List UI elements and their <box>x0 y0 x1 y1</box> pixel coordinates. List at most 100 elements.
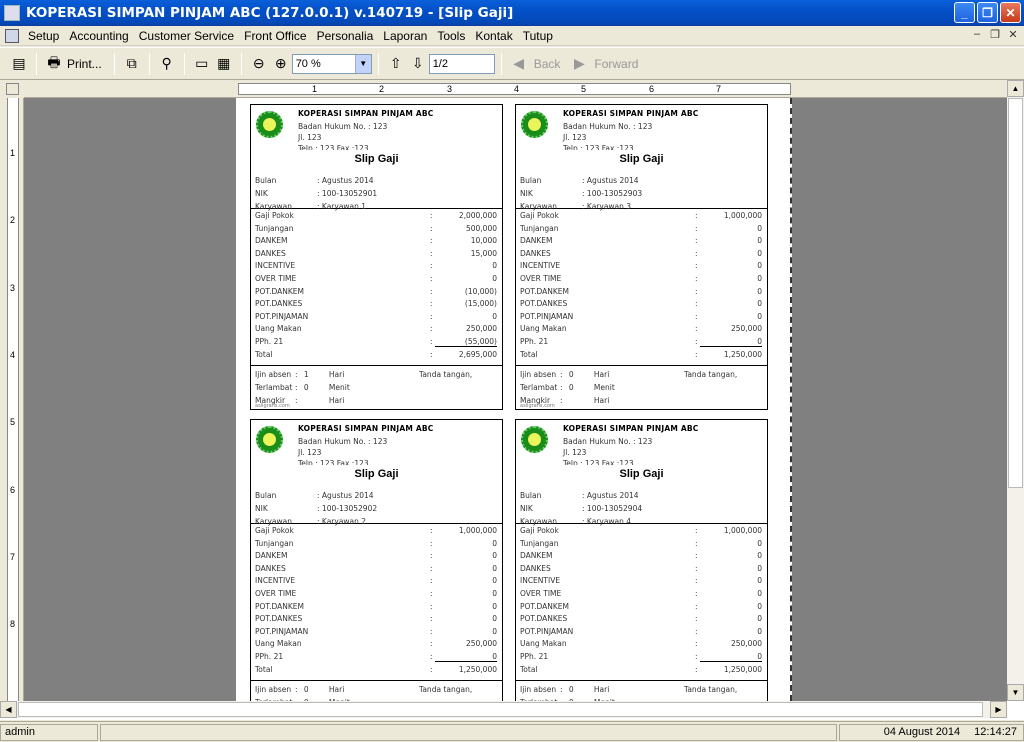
scroll-up-icon[interactable]: ▲ <box>1007 80 1024 97</box>
ruler-tick-label: 1 <box>10 148 16 158</box>
ruler-tick-label: 6 <box>10 485 16 495</box>
pay-row-potdankes: POT.DANKES: (15,000) <box>255 299 497 309</box>
company-line: Telp : 123 Fax :123 <box>298 459 369 465</box>
pay-row-dankem: DANKEM:0 <box>255 551 497 561</box>
pay-row-dankes: DANKES:0 <box>520 248 762 258</box>
mdi-minimize-button[interactable]: – <box>970 28 984 41</box>
scroll-down-icon[interactable]: ▼ <box>1007 684 1024 701</box>
status-user: admin <box>0 723 98 741</box>
next-page-icon[interactable]: ⇩ <box>407 53 429 75</box>
pay-row-total: Total:1,250,000 <box>255 664 497 674</box>
horizontal-scrollbar[interactable]: ◀ ▶ <box>0 701 1007 718</box>
menu-laporan[interactable]: Laporan <box>378 29 432 43</box>
find-icon[interactable]: ⚲ <box>156 53 178 75</box>
chevron-down-icon: ▼ <box>354 54 371 73</box>
signature-label: Tanda tangan, <box>684 370 738 379</box>
forward-button[interactable]: Forward <box>594 57 638 71</box>
ruler-tick-label: 2 <box>10 215 16 225</box>
copy-icon[interactable]: ⧉ <box>121 53 143 75</box>
ijin-absen-row: Ijin absen: 0 Hari <box>255 685 345 694</box>
prev-page-icon[interactable]: ⇧ <box>385 53 407 75</box>
ruler-corner <box>0 80 24 98</box>
back-button[interactable]: Back <box>534 57 561 71</box>
info-nik: NIK: 100-13052902 <box>255 504 378 513</box>
page-input[interactable]: 1/2 <box>428 53 495 74</box>
info-bulan: Bulan: Agustus 2014 <box>255 491 374 500</box>
mdi-close-button[interactable]: ✕ <box>1006 28 1020 41</box>
mdi-restore-button[interactable]: ❐ <box>988 28 1002 41</box>
multi-page-icon[interactable]: ▦ <box>213 53 235 75</box>
zoom-in-icon[interactable]: ⊕ <box>270 53 292 75</box>
pay-row-dankem: DANKEM:0 <box>520 236 762 246</box>
terlambat-row: Terlambat: 0Menit <box>255 383 350 392</box>
menu-front-office[interactable]: Front Office <box>239 29 311 43</box>
ruler-tick-label: 4 <box>10 350 16 360</box>
company-name: KOPERASI SIMPAN PINJAM ABC <box>563 424 699 433</box>
minimize-button[interactable]: _ <box>954 2 975 23</box>
scroll-left-icon[interactable]: ◀ <box>0 701 17 718</box>
scroll-thumb[interactable] <box>18 702 983 717</box>
title-bar: KOPERASI SIMPAN PINJAM ABC (127.0.0.1) v… <box>0 0 1024 26</box>
pay-row-makan: Uang Makan:250,000 <box>255 639 497 649</box>
pay-row-dankes: DANKES:0 <box>255 563 497 573</box>
company-logo <box>521 426 548 453</box>
window-title: KOPERASI SIMPAN PINJAM ABC (127.0.0.1) v… <box>26 5 514 21</box>
zoom-out-icon[interactable]: ⊖ <box>248 53 270 75</box>
status-bar: admin 04 August 2014 12:14:27 <box>0 721 1024 742</box>
pay-row-potdankes: POT.DANKES:0 <box>255 614 497 624</box>
pay-row-overtime: OVER TIME:0 <box>520 274 762 283</box>
ruler-tick-label: 6 <box>649 84 655 94</box>
pay-row-gaji: Gaji Pokok:2,000,000 <box>255 211 497 220</box>
printer-icon[interactable]: 🖶 <box>43 53 65 75</box>
ruler-tick-label: 7 <box>10 552 16 562</box>
menu-tutup[interactable]: Tutup <box>518 29 558 43</box>
company-line: Badan Hukum No. : 123 <box>563 437 653 446</box>
company-logo <box>256 426 283 453</box>
outline-icon[interactable]: ▤ <box>8 53 30 75</box>
ruler-tick-label: 5 <box>581 84 587 94</box>
back-arrow-icon[interactable]: ◀ <box>508 53 530 75</box>
company-line: Telp : 123 Fax :123 <box>298 144 369 150</box>
pay-row-tunj: Tunjangan:0 <box>520 223 762 233</box>
single-page-icon[interactable]: ▭ <box>191 53 213 75</box>
menu-setup[interactable]: Setup <box>23 29 64 43</box>
menu-personalia[interactable]: Personalia <box>312 29 379 43</box>
app-icon[interactable] <box>4 5 20 21</box>
pay-row-makan: Uang Makan:250,000 <box>520 324 762 334</box>
info-bulan: Bulan: Agustus 2014 <box>520 491 639 500</box>
pay-row-overtime: OVER TIME:0 <box>520 589 762 598</box>
ijin-absen-row: Ijin absen: 0 Hari <box>520 685 610 694</box>
info-nik: NIK: 100-13052904 <box>520 504 643 513</box>
scroll-right-icon[interactable]: ▶ <box>990 701 1007 718</box>
forward-arrow-icon[interactable]: ▶ <box>568 53 590 75</box>
pay-row-potdankem: POT.DANKEM:0 <box>255 601 497 611</box>
close-button[interactable]: ✕ <box>1000 2 1021 23</box>
pay-row-dankem: DANKEM:10,000 <box>255 236 497 246</box>
pay-row-total: Total:2,695,000 <box>255 349 497 359</box>
watermark: asligrafis.com <box>255 403 290 409</box>
pay-row-dankes: DANKES:15,000 <box>255 248 497 258</box>
menu-accounting[interactable]: Accounting <box>64 29 133 43</box>
company-name: KOPERASI SIMPAN PINJAM ABC <box>298 424 434 433</box>
menu-kontak[interactable]: Kontak <box>470 29 517 43</box>
slip-title: Slip Gaji <box>619 468 664 480</box>
pay-row-incentive: INCENTIVE:0 <box>520 576 762 586</box>
pay-row-potdankem: POT.DANKEM: (10,000) <box>255 286 497 296</box>
report-canvas[interactable]: KOPERASI SIMPAN PINJAM ABC Badan Hukum No… <box>24 98 1007 701</box>
pay-row-pph: PPh. 21:0 <box>255 652 497 662</box>
menu-customer-service[interactable]: Customer Service <box>134 29 239 43</box>
signature-label: Tanda tangan, <box>419 370 473 379</box>
mdi-doc-icon[interactable] <box>5 28 19 43</box>
pay-row-potpinj: POT.PINJAMAN:0 <box>255 626 497 636</box>
pay-row-tunj: Tunjangan:0 <box>255 538 497 548</box>
toolbar: ▤ 🖶 Print... ⧉ ⚲ ▭ ▦ ⊖ ⊕ 70 % ▼ ⇧ ⇩ 1/2 ◀… <box>0 47 1024 80</box>
restore-button[interactable]: ❐ <box>977 2 998 23</box>
print-button[interactable]: Print... <box>67 57 102 71</box>
company-name: KOPERASI SIMPAN PINJAM ABC <box>563 109 699 118</box>
menu-tools[interactable]: Tools <box>432 29 470 43</box>
zoom-select[interactable]: 70 % ▼ <box>291 53 372 74</box>
vertical-scrollbar[interactable]: ▲ ▼ <box>1007 80 1024 701</box>
scroll-thumb[interactable] <box>1008 98 1023 488</box>
ruler-tick-label: 1 <box>312 84 318 94</box>
salary-slip: KOPERASI SIMPAN PINJAM ABC Badan Hukum No… <box>250 419 503 701</box>
